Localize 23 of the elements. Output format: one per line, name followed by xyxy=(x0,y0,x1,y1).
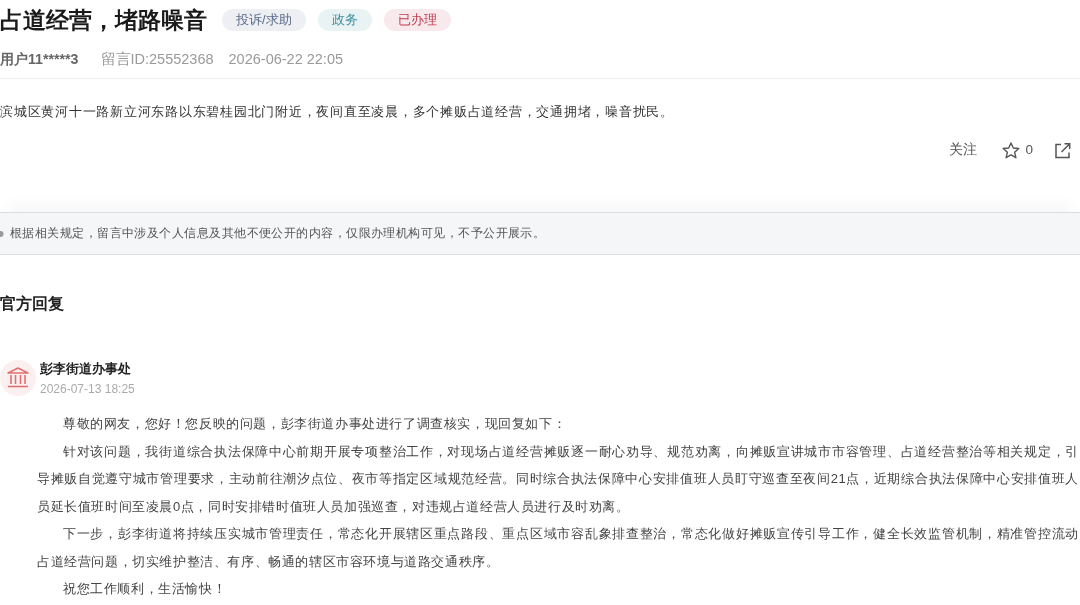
building-icon xyxy=(0,360,36,396)
star-button[interactable]: 0 xyxy=(1002,140,1033,160)
responder-name: 彭李街道办事处 xyxy=(40,360,132,378)
follow-button[interactable]: 关注 xyxy=(949,140,978,160)
tag-label: 政务 xyxy=(317,9,372,31)
post-time: 2026-06-22 22:05 xyxy=(228,51,344,67)
reply-paragraph: 下一步，彭李街道将持续压实城市管理责任，常态化开展辖区重点路段、重点区域市容乱象排查整治，常态化做好摊贩宣传引导工作，健全长效监管机制，精准管控流动占道经营问题，切实维护整洁、有序、畅通的辖区市容环境与道路交通秩序。 xyxy=(37,525,1079,571)
complaint-title: 占道经营，堵路噪音 xyxy=(0,6,207,35)
share-icon xyxy=(1054,141,1071,159)
reply-paragraph: 祝您工作顺利，生活愉快！ xyxy=(62,580,228,598)
complaint-content: 滨城区黄河十一路新立河东路以东碧桂园北门附近，夜间直至凌晨，多个摊贩占道经营，交通拥堵，噪音扰民。 xyxy=(0,103,675,121)
tag-label: 投诉/求助 xyxy=(222,9,306,31)
tag-label: 已办理 xyxy=(383,9,451,31)
section-heading: 官方回复 xyxy=(0,294,65,314)
user-name: 用户11*****3 xyxy=(0,49,79,69)
message-id: 留言ID:25552368 xyxy=(100,49,214,69)
reply-paragraph: 尊敬的网友，您好！您反映的问题，彭李街道办事处进行了调查核实，现回复如下： xyxy=(62,415,568,433)
star-icon xyxy=(1002,141,1021,159)
bullet-icon xyxy=(0,230,5,237)
notice-text: 根据相关规定，留言中涉及个人信息及其他不便公开的内容，仅限办理机构可见，不予公开展示。 xyxy=(10,225,546,242)
reply-paragraph: 针对该问题，我街道综合执法保障中心前期开展专项整治工作，对现场占道经营摊贩逐一耐心劝导、规范劝离，向摊贩宣讲城市市容管理、占道经营整治等相关规定，引导摊贩自觉遵守城市管理要求，主动前往潮汐点位、夜市等指定区域规范经营。同时综合执法保障中心安排值班人员盯守巡查至夜间21点，近期综合执法保障中心安排值班人员延长值班时间至凌晨0点，同时安排错时值班人员加强巡查，对违规占道经营人员进行及时劝离。 xyxy=(37,442,1079,516)
reply-time: 2026-07-13 18:25 xyxy=(40,381,135,398)
share-button[interactable] xyxy=(1054,141,1071,159)
